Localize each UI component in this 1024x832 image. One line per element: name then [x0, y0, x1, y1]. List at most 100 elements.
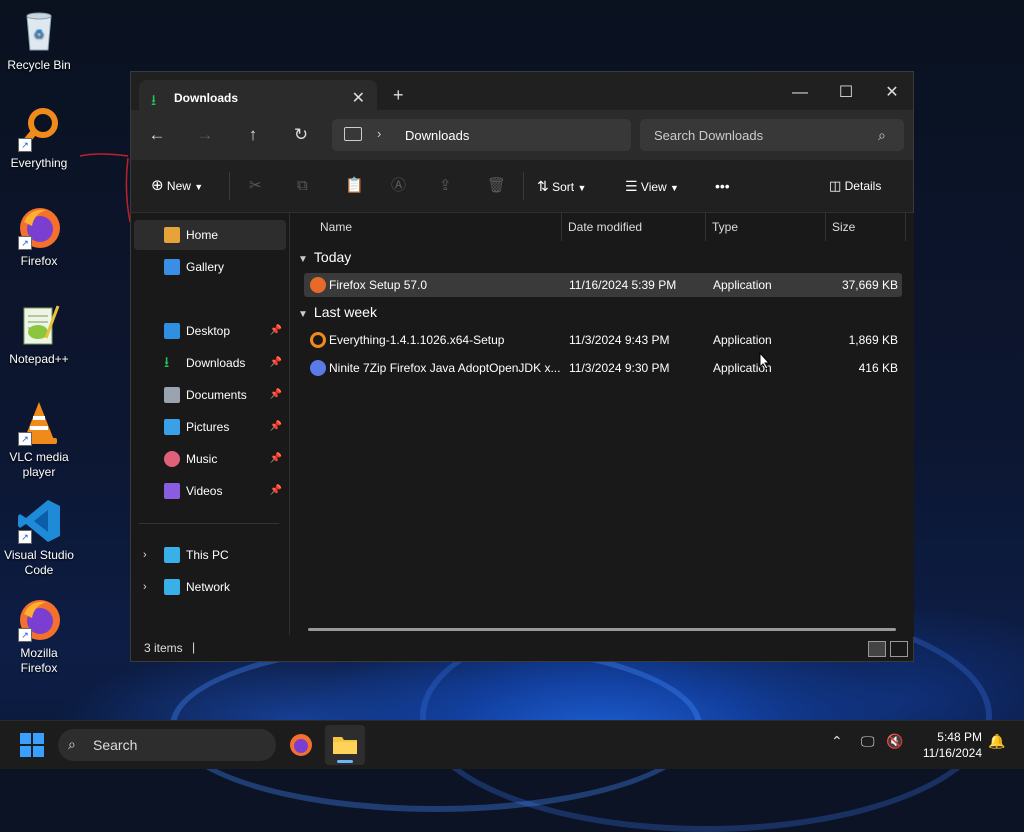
cut-icon[interactable]: ✂: [249, 176, 262, 196]
rename-icon[interactable]: Ⓐ: [391, 176, 406, 196]
new-button[interactable]: ⊕ New ▼: [151, 176, 203, 196]
details-view-icon[interactable]: [868, 641, 886, 657]
chevron-right-icon[interactable]: ›: [143, 540, 147, 570]
notification-bell-icon[interactable]: 🔔: [988, 733, 1005, 750]
desktop-icon-notepad-plus-plus[interactable]: Notepad++: [2, 302, 76, 367]
annotation-stroke: [79, 153, 131, 223]
close-tab-icon[interactable]: ✕: [352, 88, 365, 108]
desktop-icon-label: VLC media player: [9, 450, 69, 479]
gallery-icon: [164, 259, 180, 275]
column-header-size[interactable]: Size: [826, 213, 906, 241]
horizontal-scrollbar[interactable]: [308, 628, 896, 631]
desktop-icon-mozilla-firefox[interactable]: ↗ Mozilla Firefox: [2, 596, 76, 676]
copy-icon[interactable]: ⧉: [297, 176, 308, 196]
new-tab-button[interactable]: +: [393, 85, 404, 106]
sidebar-item-pictures[interactable]: Pictures 📌: [134, 412, 286, 442]
chevron-down-icon: ▼: [577, 183, 587, 193]
desktop-icon-vscode[interactable]: ↗ Visual Studio Code: [2, 498, 76, 578]
group-label: Today: [313, 249, 352, 265]
file-row[interactable]: Firefox Setup 57.0 11/16/2024 5:39 PM Ap…: [304, 273, 902, 297]
column-header-name[interactable]: Name: [314, 213, 562, 241]
sidebar-item-label: Downloads: [186, 356, 246, 370]
large-icons-view-icon[interactable]: [890, 641, 908, 657]
start-button[interactable]: [20, 733, 44, 757]
volume-muted-icon[interactable]: 🔇: [886, 733, 903, 750]
share-icon[interactable]: ⇪: [439, 176, 452, 196]
group-header-today[interactable]: ▼ Today: [298, 249, 351, 265]
music-icon: [164, 451, 180, 467]
desktop-icon-recycle-bin[interactable]: ♻ Recycle Bin: [2, 8, 76, 73]
chevron-down-icon: ▼: [194, 182, 204, 192]
sidebar-item-documents[interactable]: Documents 📌: [134, 380, 286, 410]
taskbar-search[interactable]: ⌕ Search: [58, 729, 276, 761]
sidebar-item-desktop[interactable]: Desktop 📌: [134, 316, 286, 346]
chevron-right-icon[interactable]: ›: [143, 572, 147, 602]
refresh-button[interactable]: ↻: [289, 123, 313, 147]
sort-label: Sort: [552, 180, 575, 194]
pin-icon[interactable]: 📌: [270, 380, 282, 410]
desktop-icon-label: Everything: [10, 156, 68, 170]
breadcrumb-downloads[interactable]: Downloads: [405, 128, 469, 143]
firefox-taskbar-icon[interactable]: [289, 733, 313, 757]
file-row[interactable]: Everything-1.4.1.1026.x64-Setup 11/3/202…: [304, 328, 902, 352]
sidebar-item-gallery[interactable]: Gallery: [134, 252, 286, 282]
status-divider: |: [192, 640, 196, 654]
sidebar-item-home[interactable]: Home: [134, 220, 286, 250]
sort-button[interactable]: ⇅ Sort ▼: [537, 176, 586, 196]
address-bar[interactable]: › Downloads: [332, 119, 631, 151]
svg-text:♻: ♻: [34, 27, 45, 41]
network-status-icon[interactable]: 🖵: [861, 733, 875, 750]
close-window-button[interactable]: ✕: [869, 78, 915, 108]
pin-icon[interactable]: 📌: [270, 348, 282, 378]
clock-date: 11/16/2024: [922, 746, 982, 760]
download-arrow-icon: ⭳: [151, 92, 157, 109]
search-icon[interactable]: ⌕: [878, 127, 886, 144]
view-button[interactable]: ☰ View ▼: [625, 176, 679, 196]
back-button[interactable]: ←: [145, 123, 169, 147]
sidebar-item-this-pc[interactable]: › This PC: [134, 540, 286, 570]
delete-icon[interactable]: 🗑: [487, 176, 506, 196]
network-icon: [164, 579, 180, 595]
file-explorer-taskbar-button[interactable]: [325, 725, 365, 765]
firefox-icon: ↗: [16, 596, 62, 642]
up-button[interactable]: ↑: [241, 123, 265, 147]
documents-icon: [164, 387, 180, 403]
minimize-button[interactable]: —: [777, 78, 823, 108]
desktop-icon-everything[interactable]: ↗ Everything: [2, 106, 76, 171]
chevron-up-icon[interactable]: ⌃: [831, 733, 843, 750]
paste-icon[interactable]: 📋: [345, 176, 364, 196]
shortcut-arrow-icon: ↗: [18, 628, 32, 642]
taskbar-search-label: Search: [93, 737, 138, 753]
file-row[interactable]: Ninite 7Zip Firefox Java AdoptOpenJDK x.…: [304, 356, 902, 380]
group-header-last-week[interactable]: ▼ Last week: [298, 304, 377, 320]
file-size: 37,669 KB: [841, 278, 898, 292]
item-count: 3 items: [144, 641, 183, 655]
sidebar-item-music[interactable]: Music 📌: [134, 444, 286, 474]
clock[interactable]: 5:48 PM 11/16/2024: [910, 729, 982, 761]
column-header-type[interactable]: Type: [706, 213, 826, 241]
search-input[interactable]: [640, 119, 904, 151]
pin-icon[interactable]: 📌: [270, 412, 282, 442]
desktop-icon-firefox[interactable]: ↗ Firefox: [2, 204, 76, 269]
chevron-right-icon[interactable]: ›: [377, 126, 381, 141]
pin-icon[interactable]: 📌: [270, 444, 282, 474]
sidebar-item-network[interactable]: › Network: [134, 572, 286, 602]
maximize-button[interactable]: ☐: [823, 78, 869, 108]
forward-button[interactable]: →: [193, 123, 217, 147]
this-pc-icon: [164, 547, 180, 563]
sidebar-item-label: Videos: [186, 484, 223, 498]
toolbar-divider: [229, 172, 230, 200]
column-header-date-modified[interactable]: Date modified: [562, 213, 706, 241]
desktop-icon-vlc[interactable]: ↗ VLC media player: [2, 400, 76, 480]
sort-icon: ⇅: [537, 178, 549, 194]
sidebar-item-videos[interactable]: Videos 📌: [134, 476, 286, 506]
details-button[interactable]: ◫ Details: [829, 176, 881, 196]
sidebar-item-label: Gallery: [186, 260, 225, 274]
new-label: New: [166, 179, 191, 193]
sidebar-item-label: Desktop: [186, 324, 231, 338]
pin-icon[interactable]: 📌: [270, 316, 282, 346]
more-options-button[interactable]: •••: [715, 176, 730, 196]
file-name: Everything-1.4.1.1026.x64-Setup: [329, 333, 505, 347]
pin-icon[interactable]: 📌: [270, 476, 282, 506]
sidebar-item-downloads[interactable]: ⭳ Downloads 📌: [134, 348, 286, 378]
